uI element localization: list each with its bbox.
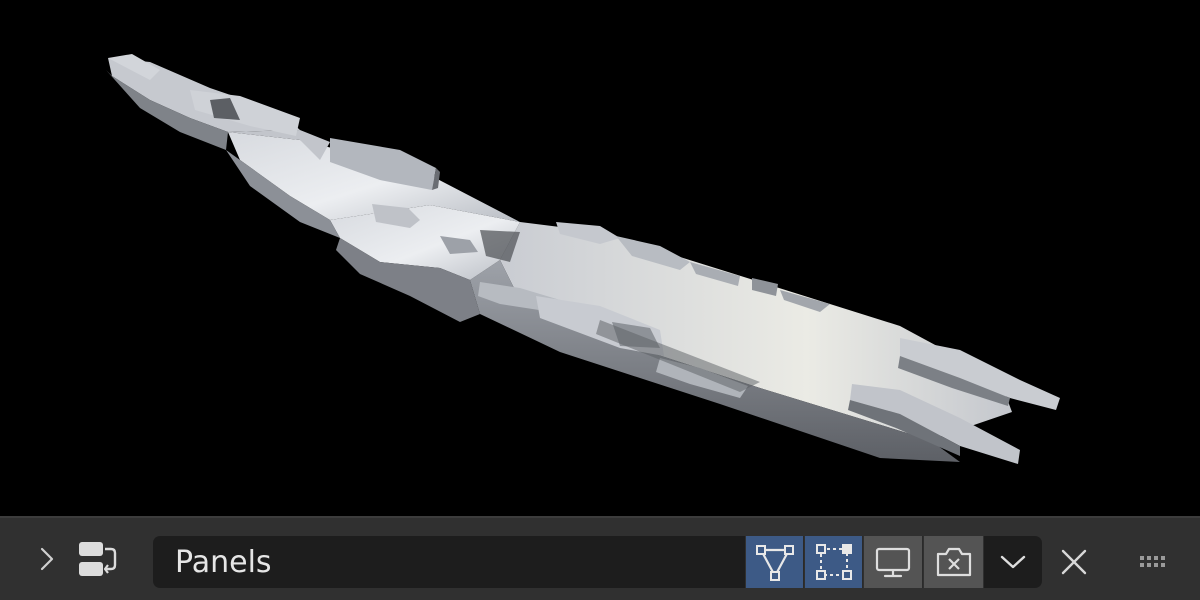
modifier-node-icon	[79, 542, 117, 576]
on-cage-toggle[interactable]	[746, 536, 804, 588]
monitor-icon	[875, 547, 911, 578]
camera-icon	[936, 547, 971, 577]
grip-dots-icon	[1140, 556, 1165, 567]
expand-toggle-button[interactable]	[30, 542, 64, 576]
chevron-down-icon	[1000, 555, 1026, 569]
chevron-right-icon	[40, 547, 54, 571]
spaceship-model	[106, 54, 1060, 464]
drag-handle[interactable]	[1138, 552, 1172, 572]
modifier-header-bar: Panels	[0, 516, 1200, 600]
modifier-type-button[interactable]	[70, 536, 126, 584]
modifier-name-text: Panels	[175, 544, 272, 580]
on-cage-triangle-icon	[755, 545, 794, 581]
delete-modifier-button[interactable]	[1054, 542, 1094, 582]
edit-mode-vertices-icon	[815, 544, 852, 580]
3d-viewport[interactable]	[0, 0, 1200, 516]
modifier-name-field[interactable]: Panels	[153, 536, 745, 588]
modifier-options-dropdown[interactable]	[984, 536, 1042, 588]
viewport-toggle[interactable]	[864, 536, 923, 588]
render-toggle[interactable]	[924, 536, 983, 588]
close-icon	[1061, 549, 1087, 575]
edit-mode-toggle[interactable]	[805, 536, 863, 588]
